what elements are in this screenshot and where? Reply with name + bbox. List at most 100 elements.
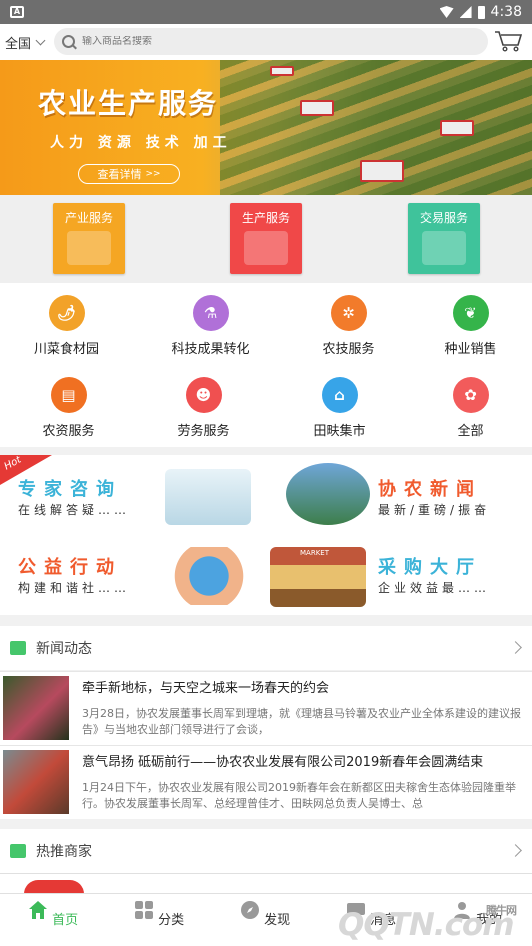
category-label: 科技成果转化 <box>171 342 250 357</box>
service-production[interactable]: 生产服务 <box>230 203 302 274</box>
merchant-section-header[interactable]: 热推商家 <box>0 829 532 873</box>
tractor-icon <box>244 231 288 265</box>
harvester-image <box>440 120 474 136</box>
battery-icon <box>477 5 485 19</box>
news-list: 牵手新地标，与天空之城来一场春天的约会 3月28日，协农发展董事长周军到理塘，就… <box>0 671 532 819</box>
category-seed-sales[interactable]: ❦ 种业销售 <box>404 295 532 357</box>
promo-banner[interactable]: 农业生产服务 人力 资源 技术 加工 查看详情 >> <box>0 60 532 195</box>
shop-icon <box>10 844 26 858</box>
microscope-icon: ⚗ <box>192 295 229 331</box>
grid-icon: ✿ <box>452 377 489 413</box>
promo-title: 协农新闻 <box>378 479 482 500</box>
category-label: 种业销售 <box>444 342 497 357</box>
banner-subtitle: 人力 资源 技术 加工 <box>50 135 232 151</box>
expert-desk-image <box>165 469 251 525</box>
market-sign: MARKET <box>300 549 329 557</box>
nav-label: 发现 <box>264 913 291 928</box>
category-label: 全部 <box>457 424 484 439</box>
harvester-image <box>300 100 334 116</box>
category-chili-garden[interactable]: 🌶 川菜食材园 <box>0 295 133 357</box>
chili-icon: 🌶 <box>48 295 85 331</box>
promo-title: 专家咨询 <box>18 479 122 500</box>
category-label: 农资服务 <box>42 424 95 439</box>
promo-panel: Hot 专家咨询 在线解答疑…… 协农新闻 最新/重磅/振奋 公益行动 构建和谐… <box>0 455 532 615</box>
signal-icon <box>459 6 472 18</box>
news-title: 意气昂扬 砥砺前行——协农农业发展有限公司2019新春年会圆满结束 <box>82 755 484 770</box>
service-row: 产业服务 生产服务 交易服务 <box>0 195 532 283</box>
category-grid: 🌶 川菜食材园 ⚗ 科技成果转化 ✲ 农技服务 ❦ 种业销售 ▤ 农资服务 ☻ … <box>0 283 532 447</box>
news-item[interactable]: 意气昂扬 砥砺前行——协农农业发展有限公司2019新春年会圆满结束 1月24日下… <box>0 745 532 819</box>
category-all[interactable]: ✿ 全部 <box>404 377 532 439</box>
service-label: 生产服务 <box>241 211 290 225</box>
watermark-text: QQTN.com <box>338 907 515 943</box>
nav-category[interactable]: 分类 <box>106 894 212 946</box>
compass-icon <box>240 901 259 919</box>
search-icon <box>62 35 75 48</box>
seedling-icon: ❦ <box>452 295 489 331</box>
news-desc: 3月28日，协农发展董事长周军到理塘，就《理塘县马铃薯及农业产业全体系建设的建议… <box>82 707 521 736</box>
harvester-image <box>360 160 404 182</box>
harvester-image <box>270 66 294 76</box>
status-time: 4:38 <box>490 4 522 20</box>
section-title: 新闻动态 <box>36 641 92 657</box>
search-bar[interactable] <box>54 28 488 55</box>
promo-subtitle: 构建和谐社…… <box>18 581 131 595</box>
category-icon <box>134 901 153 919</box>
nav-label: 分类 <box>158 913 185 928</box>
service-industry[interactable]: 产业服务 <box>53 203 125 274</box>
nav-label: 首页 <box>52 913 79 928</box>
news-icon <box>10 641 26 655</box>
site-watermark: 腾牛网 QQTN.com <box>330 895 532 946</box>
news-thumbnail <box>3 676 69 740</box>
chevron-right-icon <box>509 641 522 654</box>
double-arrow-icon: >> <box>145 169 161 179</box>
worker-icon: ☻ <box>185 377 222 413</box>
category-tech-transfer[interactable]: ⚗ 科技成果转化 <box>144 295 277 357</box>
promo-title: 采购大厅 <box>378 557 482 578</box>
news-section-header[interactable]: 新闻动态 <box>0 626 532 670</box>
service-label: 交易服务 <box>419 211 468 225</box>
promo-subtitle: 最新/重磅/振奋 <box>378 503 491 517</box>
region-label: 全国 <box>5 36 32 52</box>
search-input[interactable] <box>82 36 462 47</box>
news-desc: 1月24日下午，协农农业发展有限公司2019新春年会在新都区田夫稼舍生态体验园隆… <box>82 781 516 810</box>
service-trade[interactable]: 交易服务 <box>408 203 480 274</box>
banner-details-button[interactable]: 查看详情 >> <box>78 164 180 184</box>
merchant-logo <box>24 880 84 894</box>
region-selector[interactable]: 全国 <box>0 33 52 52</box>
promo-subtitle: 在线解答疑…… <box>18 503 131 517</box>
service-label: 产业服务 <box>64 211 113 225</box>
status-bar: A 4:38 <box>0 0 532 24</box>
fertilizer-icon: ▤ <box>50 377 87 413</box>
chevron-right-icon <box>509 844 522 857</box>
category-label: 田畉集市 <box>313 424 366 439</box>
wheat-icon: ✲ <box>330 295 367 331</box>
news-thumbnail <box>3 750 69 814</box>
category-field-market[interactable]: ⌂ 田畉集市 <box>273 377 406 439</box>
farmhouse-icon <box>67 231 111 265</box>
promo-subtitle: 企业效益最…… <box>378 581 491 595</box>
merchant-card-partial[interactable] <box>0 873 532 894</box>
home-icon <box>28 901 47 919</box>
handshake-image <box>286 463 370 525</box>
category-label: 川菜食材园 <box>33 342 99 357</box>
chevron-down-icon <box>35 35 46 45</box>
section-title: 热推商家 <box>36 844 92 860</box>
banner-title: 农业生产服务 <box>38 87 219 120</box>
nav-discover[interactable]: 发现 <box>212 894 318 946</box>
nav-home[interactable]: 首页 <box>0 894 106 946</box>
promo-title: 公益行动 <box>18 557 122 578</box>
businessman-icon <box>422 231 466 265</box>
cart-icon[interactable] <box>494 30 522 52</box>
category-agri-tech[interactable]: ✲ 农技服务 <box>282 295 415 357</box>
news-title: 牵手新地标，与天空之城来一场春天的约会 <box>82 681 330 696</box>
market-cart-image: MARKET <box>270 547 366 607</box>
banner-details-label: 查看详情 <box>97 168 142 181</box>
news-item[interactable]: 牵手新地标，与天空之城来一场春天的约会 3月28日，协农发展董事长周军到理塘，就… <box>0 671 532 745</box>
top-bar: 全国 <box>0 24 532 60</box>
category-label: 劳务服务 <box>177 424 230 439</box>
category-agri-supplies[interactable]: ▤ 农资服务 <box>2 377 135 439</box>
app-notification-icon: A <box>10 6 24 18</box>
category-labor[interactable]: ☻ 劳务服务 <box>137 377 270 439</box>
wifi-icon <box>439 6 454 18</box>
